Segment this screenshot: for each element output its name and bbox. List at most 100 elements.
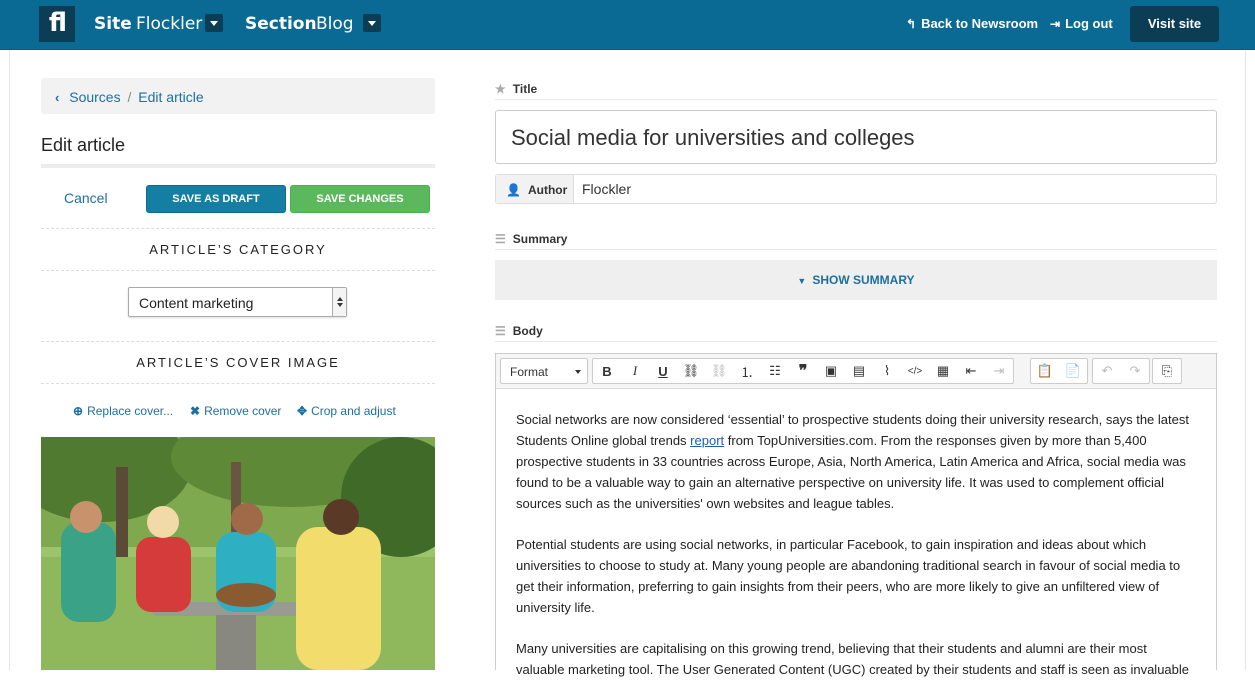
outdent-icon[interactable]: ⇤: [957, 359, 985, 383]
unlink-icon[interactable]: ⛓: [705, 359, 733, 383]
show-summary-toggle[interactable]: ▼ SHOW SUMMARY: [495, 260, 1217, 300]
close-icon: ✖: [190, 404, 201, 418]
page-title: Edit article: [41, 135, 126, 155]
section-label: Section: [245, 14, 317, 34]
divider: [41, 341, 435, 342]
back-to-newsroom-link[interactable]: ↰ Back to Newsroom: [906, 16, 1038, 31]
right-page-border: [1245, 50, 1246, 670]
top-navigation-bar: fl Site Flockler Section Blog ↰ Back to …: [0, 0, 1255, 50]
site-dropdown-icon[interactable]: [205, 14, 223, 32]
italic-icon[interactable]: I: [621, 359, 649, 383]
text-style-group: B I U ⛓ ⛓ ⒈ ☷ ❞ ▣ ▤ ⌇ </> ▦ ⇤ ⇥: [592, 358, 1014, 384]
logout-link[interactable]: ⇥ Log out: [1050, 16, 1113, 31]
title-field-label: ★ Title: [495, 82, 537, 96]
save-changes-button[interactable]: SAVE CHANGES: [290, 185, 430, 213]
site-label: Site: [94, 14, 132, 34]
breadcrumb-separator: /: [127, 89, 132, 105]
author-field-label: 👤 Author: [496, 175, 574, 203]
divider: [41, 383, 435, 384]
title-label-text: Title: [512, 82, 538, 96]
source-view-icon[interactable]: ⎘: [1153, 359, 1181, 383]
gallery-icon[interactable]: ▤: [845, 359, 873, 383]
divider: [41, 270, 435, 271]
author-field: 👤 Author Flockler: [495, 174, 1217, 204]
crop-adjust-label: Crop and adjust: [311, 404, 396, 418]
author-input[interactable]: Flockler: [582, 181, 631, 197]
replace-cover-label: Replace cover...: [87, 404, 174, 418]
body-paragraph: Social networks are now considered ‘esse…: [516, 409, 1196, 514]
breadcrumb-current[interactable]: Edit article: [138, 89, 203, 105]
plus-circle-icon: ⊕: [73, 404, 84, 418]
section-dropdown-icon[interactable]: [363, 14, 381, 32]
divider: [495, 341, 1217, 342]
bulleted-list-icon[interactable]: ☷: [761, 359, 789, 383]
embed-code-icon[interactable]: </>: [901, 359, 929, 383]
editor-toolbar: Format B I U ⛓ ⛓ ⒈ ☷ ❞ ▣ ▤ ⌇ </> ▦ ⇤ ⇥ 📋…: [496, 354, 1216, 389]
clipboard-group: 📋 📄: [1030, 358, 1088, 384]
summary-field-label: ☰ Summary: [495, 232, 567, 246]
crop-adjust-link[interactable]: ✥ Crop and adjust: [297, 404, 396, 418]
replace-cover-link[interactable]: ⊕ Replace cover...: [73, 404, 173, 418]
divider: [495, 99, 1217, 100]
select-arrows-icon: [332, 288, 346, 316]
undo-icon[interactable]: ↶: [1093, 359, 1121, 383]
source-group: ⎘: [1152, 358, 1182, 384]
body-label-text: Body: [512, 324, 543, 338]
remove-cover-label: Remove cover: [204, 404, 282, 418]
back-to-newsroom-label: Back to Newsroom: [921, 16, 1039, 31]
title-input[interactable]: Social media for universities and colleg…: [495, 110, 1217, 164]
show-summary-label: SHOW SUMMARY: [812, 273, 915, 287]
body-field-label: ☰ Body: [495, 324, 543, 338]
site-value[interactable]: Flockler: [136, 14, 202, 34]
visit-site-button[interactable]: Visit site: [1130, 6, 1219, 42]
format-select[interactable]: Format: [500, 358, 588, 384]
flockler-logo[interactable]: fl: [39, 6, 75, 42]
paragraph-lines-icon: ☰: [495, 324, 506, 338]
paragraph-lines-icon: ☰: [495, 232, 506, 246]
divider: [41, 228, 435, 229]
summary-label-text: Summary: [512, 232, 568, 246]
link-icon[interactable]: ⛓: [677, 359, 705, 383]
indent-icon[interactable]: ⇥: [985, 359, 1013, 383]
title-divider: [41, 164, 435, 168]
cover-image: [41, 437, 435, 670]
star-icon: ★: [495, 82, 506, 96]
image-icon[interactable]: ▣: [817, 359, 845, 383]
category-select[interactable]: Content marketing: [128, 287, 347, 317]
divider: [495, 249, 1217, 250]
author-label-text: Author: [527, 183, 568, 197]
history-group: ↶ ↷: [1092, 358, 1150, 384]
remove-cover-link[interactable]: ✖ Remove cover: [190, 404, 281, 418]
breadcrumb: ‹ Sources / Edit article: [41, 78, 435, 114]
paste-text-icon[interactable]: 📄: [1059, 359, 1087, 383]
bold-icon[interactable]: B: [593, 359, 621, 383]
report-link[interactable]: report: [690, 433, 724, 448]
body-editor: Format B I U ⛓ ⛓ ⒈ ☷ ❞ ▣ ▤ ⌇ </> ▦ ⇤ ⇥ 📋…: [495, 353, 1217, 677]
breadcrumb-sources-link[interactable]: Sources: [69, 89, 120, 105]
blockquote-icon[interactable]: ❞: [789, 359, 817, 383]
caret-down-icon: [575, 370, 581, 374]
paste-icon[interactable]: 📋: [1031, 359, 1059, 383]
save-as-draft-button[interactable]: SAVE AS DRAFT: [146, 185, 286, 213]
cover-image-heading: ARTICLE’S COVER IMAGE: [136, 355, 340, 370]
body-paragraph: Many universities are capitalising on th…: [516, 641, 1189, 677]
cancel-link[interactable]: Cancel: [64, 190, 108, 206]
category-select-value: Content marketing: [139, 295, 254, 311]
caret-down-icon: ▼: [797, 276, 807, 286]
attachment-icon[interactable]: ⌇: [873, 359, 901, 383]
redo-icon[interactable]: ↷: [1121, 359, 1149, 383]
table-icon[interactable]: ▦: [929, 359, 957, 383]
numbered-list-icon[interactable]: ⒈: [733, 359, 761, 383]
user-icon: 👤: [506, 183, 521, 197]
section-value[interactable]: Blog: [316, 14, 354, 34]
crosshair-icon: ✥: [297, 404, 308, 418]
body-content[interactable]: Social networks are now considered ‘esse…: [516, 409, 1196, 700]
chevron-left-icon: ‹: [55, 90, 60, 105]
logout-label: Log out: [1065, 16, 1113, 31]
reply-arrow-icon: ↰: [906, 16, 917, 31]
category-heading: ARTICLE’S CATEGORY: [149, 242, 327, 257]
body-paragraph: Potential students are using social netw…: [516, 537, 1181, 615]
format-select-label: Format: [510, 365, 549, 379]
underline-icon[interactable]: U: [649, 359, 677, 383]
logout-icon: ⇥: [1050, 16, 1061, 31]
